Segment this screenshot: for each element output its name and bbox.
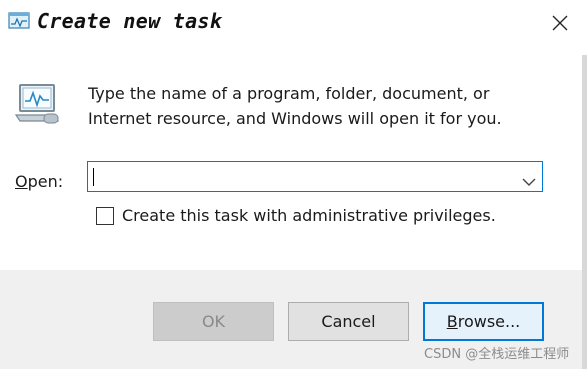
title-bar: Create new task xyxy=(0,0,587,44)
open-input[interactable] xyxy=(96,165,520,189)
instruction-line-2: Internet resource, and Windows will open… xyxy=(88,109,502,128)
run-program-icon xyxy=(14,81,64,127)
instruction-text: Type the name of a program, folder, docu… xyxy=(88,81,558,131)
open-label-text: pen: xyxy=(27,172,64,191)
watermark: CSDN @全栈运维工程师 xyxy=(424,347,570,362)
window-edge xyxy=(582,55,587,369)
close-button[interactable] xyxy=(540,6,580,40)
cancel-button[interactable]: Cancel xyxy=(288,302,409,341)
task-manager-icon xyxy=(8,12,30,30)
close-icon xyxy=(552,15,568,31)
open-label: Open: xyxy=(15,172,63,191)
chevron-down-icon[interactable] xyxy=(522,172,536,186)
window-title: Create new task xyxy=(37,9,223,33)
browse-accelerator: B xyxy=(446,312,458,331)
ok-button[interactable]: OK xyxy=(153,302,274,341)
instruction-line-1: Type the name of a program, folder, docu… xyxy=(88,84,490,103)
admin-privileges-label[interactable]: Create this task with administrative pri… xyxy=(122,206,496,225)
browse-button[interactable]: Browse... xyxy=(423,302,544,341)
create-new-task-dialog: Create new task Type the name of a progr… xyxy=(0,0,587,369)
admin-privileges-checkbox[interactable] xyxy=(96,207,114,225)
open-combobox[interactable] xyxy=(87,161,543,192)
open-label-accelerator: O xyxy=(15,172,28,191)
browse-label: rowse... xyxy=(457,312,521,331)
text-cursor xyxy=(93,168,94,186)
